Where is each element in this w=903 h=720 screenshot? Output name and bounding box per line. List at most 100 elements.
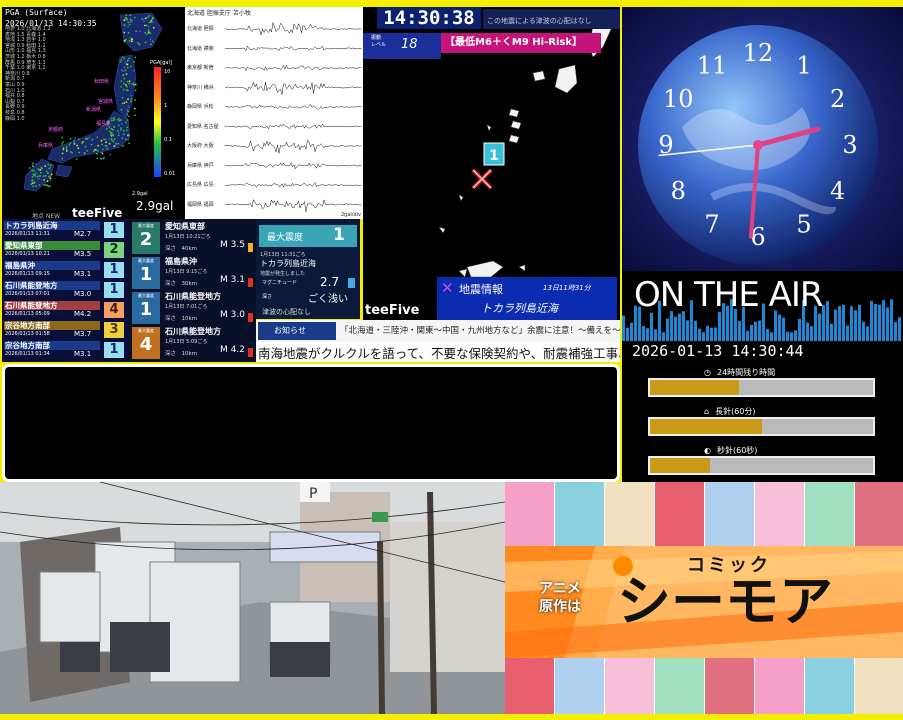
pga-scale-tick: 10 (164, 69, 170, 75)
equalizer-bar (854, 310, 857, 341)
equalizer-bar (626, 327, 629, 341)
equalizer-bar (718, 311, 721, 341)
clock-numeral: 1 (796, 51, 811, 79)
on-air-datetime: 2026-01-13 14:30:44 (632, 342, 804, 360)
max-time: 1月13日 11:31ごろ (260, 252, 306, 258)
seismograph-station: 福岡県 福岡 (187, 201, 214, 208)
detail-depth: 深さ 40km (165, 246, 198, 252)
quake-detail-item: 最大震度 4 石川県能登地方 1月13日 5:09ごろ 深さ 10km M 4.2 (128, 324, 256, 369)
equalizer-bar (810, 326, 813, 341)
max-place: トカラ列島近海 (260, 259, 316, 268)
manga-cover-tile (555, 482, 604, 546)
quake-magnitude: M3.1 (74, 270, 92, 278)
equalizer-bar (646, 328, 649, 341)
magnitude-bar (248, 243, 253, 252)
notice-text: 「北海道・三陸沖・関東〜中国・九州地方など」余震に注意！〜備えを〜 (340, 326, 621, 336)
quake-list-item: 福島県沖 2026/01/13 09:15 M3.1 1 (2, 261, 128, 279)
max-sub: 地震が発生しました (260, 271, 306, 277)
clock-numeral: 11 (697, 51, 728, 79)
equalizer-bar (738, 320, 741, 341)
teefive-logo: teeFive (72, 206, 123, 219)
quake-time: 2026/01/13 09:15 (5, 271, 50, 277)
epicenter-map-panel: 1 14:30:38 この地震による津波の心配はなし 振動 レベル 18 【最低… (363, 7, 620, 320)
quake-time: 2026/01/13 07:01 (5, 291, 50, 297)
manga-cover-tile (755, 482, 804, 546)
seismograph-station: 静岡県 浜松 (187, 104, 214, 110)
detail-depth: 深さ 10km (165, 351, 198, 357)
equalizer-bar (630, 322, 633, 341)
region-label: 新潟県 (86, 106, 101, 113)
pga-scale-tick: 0.1 (164, 137, 172, 143)
detail-time: 1月13日 10:21ごろ (165, 234, 211, 240)
equalizer-bar (850, 306, 853, 341)
detail-place: 愛知県東部 (165, 222, 205, 231)
max-mag-bar (348, 278, 355, 288)
manga-cover-tile (655, 658, 704, 714)
quake-list-item: 石川県能登地方 2026/01/13 07:01 M3.0 1 (2, 281, 128, 299)
max-intensity-box: 最大震度 1 (259, 225, 357, 247)
equalizer-bar (774, 310, 777, 341)
equalizer-bar (898, 317, 901, 341)
equalizer-bar (702, 332, 705, 341)
region-label: 秋田県 (94, 78, 109, 85)
gal-value: 2.9gal (136, 199, 174, 213)
quake-list-item: 宗谷地方南部 2026/01/13 01:58 M3.7 3 (2, 321, 128, 339)
region-label: 京都府 (48, 126, 63, 133)
equalizer-bar (778, 314, 781, 341)
traffic-camera: P (0, 482, 505, 714)
manga-cover-tile (705, 482, 754, 546)
max-intensity-panel: 最大震度 1 1月13日 11:31ごろ トカラ列島近海 地震が発生しました マ… (256, 219, 360, 319)
quake-magnitude: M3.7 (74, 330, 92, 338)
equalizer-bar (750, 324, 753, 341)
equalizer-bar (710, 327, 713, 341)
quake-intensity: 1 (104, 342, 124, 358)
waveform-trace (224, 123, 362, 130)
equalizer-bar (654, 329, 657, 341)
clock-numeral: 4 (830, 177, 845, 205)
clock-numeral: 5 (796, 211, 811, 239)
equalizer-bar (766, 328, 769, 341)
quake-magnitude: M4.2 (74, 310, 92, 318)
seismograph-station: 北海道 胆振 (187, 26, 214, 32)
equalizer-bar (826, 301, 829, 341)
shake-level-box: 振動 レベル 18 (363, 33, 441, 59)
intensity-badge-value: 4 (139, 334, 153, 355)
quake-magnitude: M3.5 (74, 250, 92, 258)
seismograph-station: 東京都 新宿 (187, 65, 214, 71)
max-depth-value: ごく浅い (308, 294, 348, 305)
detail-magnitude: M 3.5 (220, 240, 245, 250)
risk-banner: 【最低M6＋くM9 Hi-Risk】 (441, 33, 601, 53)
analog-clock: 12 1234567891011 (622, 7, 903, 271)
region-label: 福島県 (96, 120, 111, 127)
quake-intensity: 1 (104, 262, 124, 278)
max-intensity-value: 1 (333, 225, 345, 245)
empty-video-box (2, 364, 620, 482)
intensity-badge-value: 1 (139, 299, 153, 320)
progress-label: ◐ 秒針(60秒) (704, 445, 757, 456)
equalizer-bar (666, 318, 669, 341)
manga-cover-tile (805, 482, 854, 546)
seismograph-station: 北海道 襟裳 (187, 45, 214, 52)
notice-tag: お知らせ (258, 322, 336, 340)
equalizer-bar (878, 304, 881, 341)
seismograph-station: 大阪府 大阪 (187, 143, 214, 149)
detail-magnitude: M 3.0 (220, 310, 245, 320)
quake-list-item: 愛知県東部 2026/01/13 10:21 M3.5 2 (2, 241, 128, 259)
magnitude-bar (248, 313, 253, 322)
quake-list-item: トカラ列島近海 2026/01/13 11:31 M2.7 1 (2, 221, 128, 239)
detail-place: 福島県沖 (165, 257, 197, 266)
equalizer-bar (858, 304, 861, 341)
parking-sign: P (309, 486, 317, 502)
equalizer-bar (838, 305, 841, 341)
quake-place: 石川県能登地方 (4, 281, 100, 290)
waveform-trace (224, 182, 362, 188)
seismograph-station: 神奈川 横浜 (187, 84, 214, 91)
manga-cover-tile (605, 658, 654, 714)
detail-place: 石川県能登地方 (165, 292, 221, 301)
equalizer-bar (686, 320, 689, 341)
quake-place: 石川県能登地方 (4, 301, 100, 310)
equalizer-bar (790, 332, 793, 341)
detail-place: 石川県能登地方 (165, 327, 221, 336)
seismograph-station: 愛知県 名古屋 (187, 123, 219, 130)
equalizer-bar (894, 322, 897, 341)
